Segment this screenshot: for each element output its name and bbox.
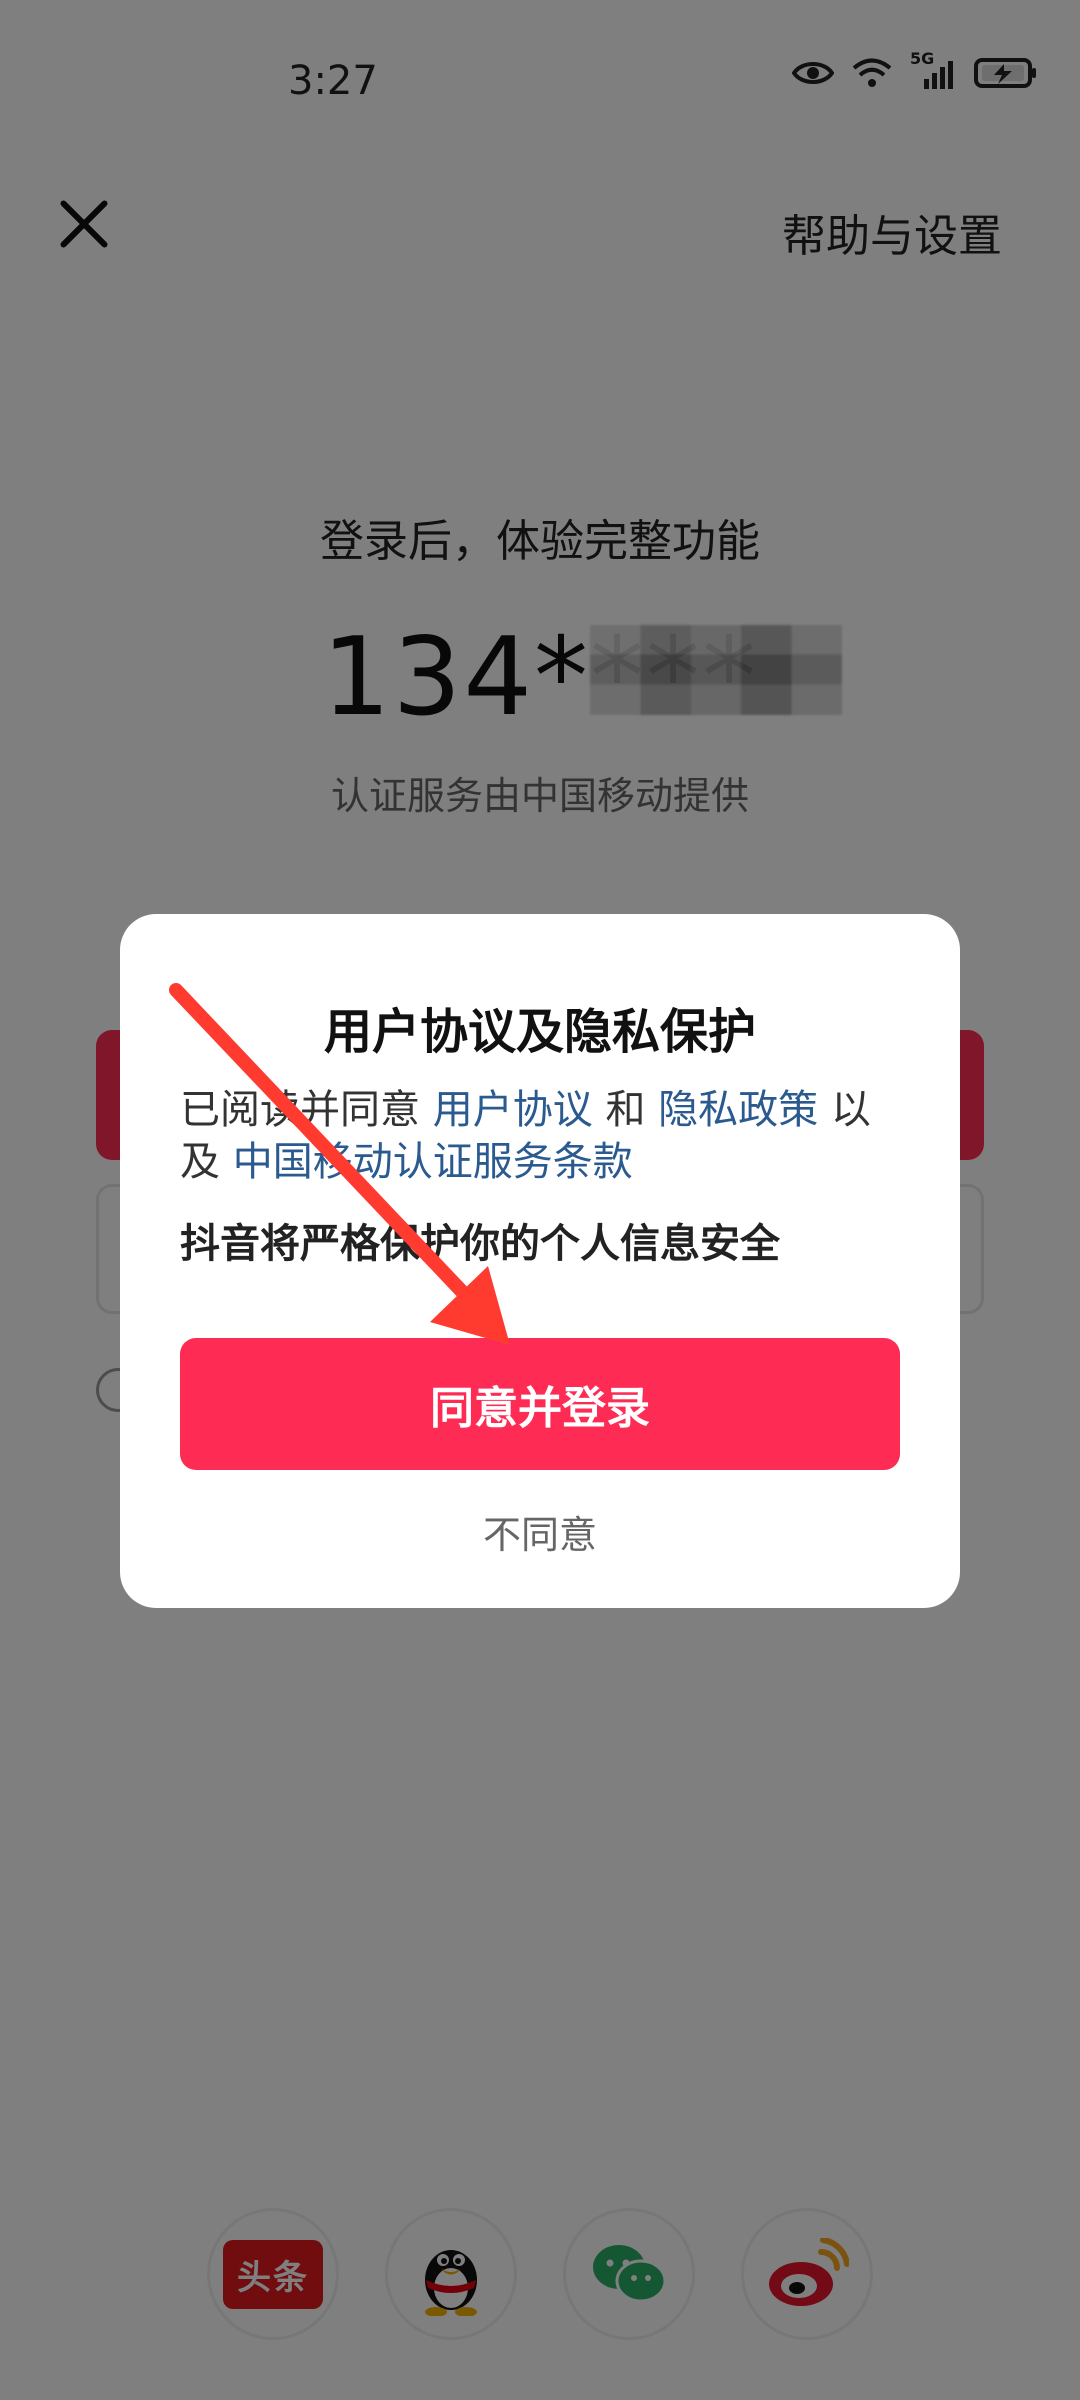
agreement-and: 和 [605,1087,646,1133]
privacy-note: 抖音将严格保护你的个人信息安全 [180,1221,780,1267]
dialog-title: 用户协议及隐私保护 [323,1004,756,1060]
dialog-agreement-text: 已阅读并同意 用户协议 和 隐私政策 以 及 中国移动认证服务条款 [180,1084,900,1188]
privacy-policy-link[interactable]: 隐私政策 [658,1087,818,1133]
agree-login-button[interactable]: 同意并登录 [180,1338,900,1470]
disagree-button[interactable]: 不同意 [120,1504,960,1559]
user-agreement-link[interactable]: 用户协议 [433,1087,593,1133]
cmcc-terms-link[interactable]: 中国移动认证服务条款 [233,1139,633,1185]
agreement-mid: 以 [830,1087,871,1133]
privacy-dialog: 用户协议及隐私保护 已阅读并同意 用户协议 和 隐私政策 以 及 中国移动认证服… [120,914,960,1608]
agreement-line2-prefix: 及 [180,1139,220,1185]
agreement-prefix: 已阅读并同意 [180,1087,420,1133]
